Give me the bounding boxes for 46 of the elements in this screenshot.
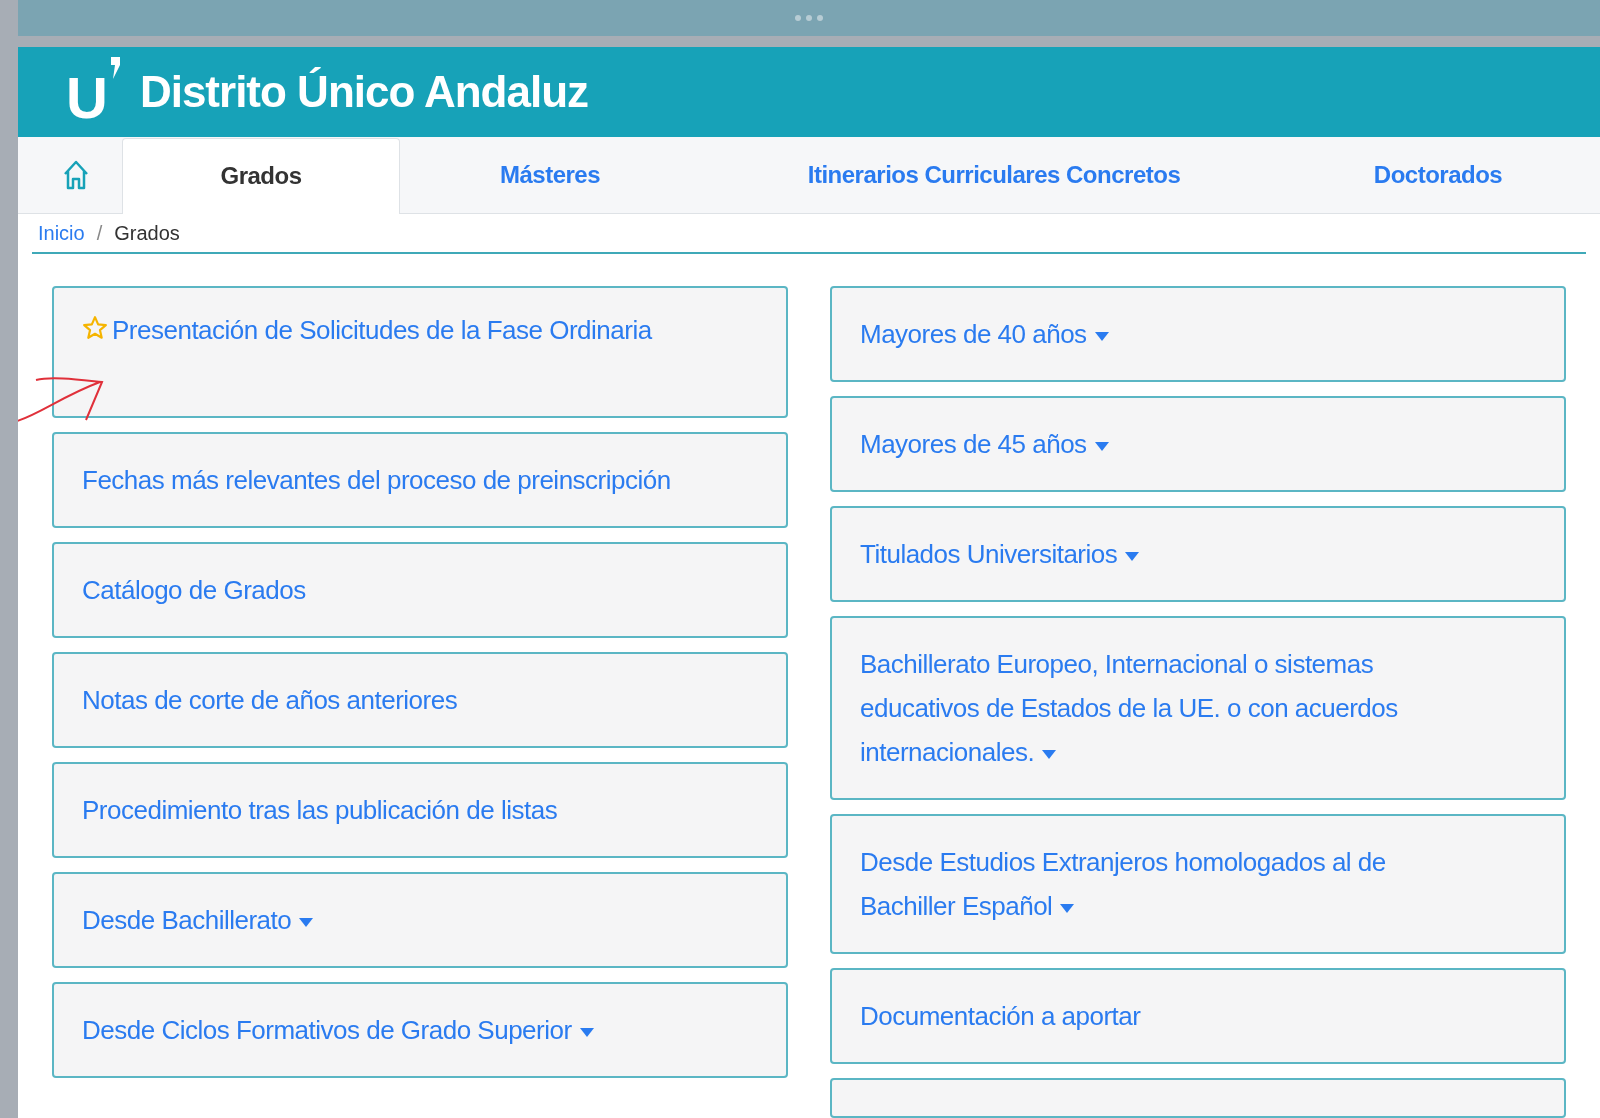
card-link[interactable]: Presentación de Solicitudes de la Fase Ordinaria [82, 308, 690, 352]
breadcrumb-link[interactable]: Inicio [38, 217, 85, 248]
card-link[interactable]: Fechas más relevantes del proceso de preinscripción [82, 458, 690, 502]
menu-card[interactable]: Bachillerato Europeo, Internacional o sistemas educativos de Estados de la UE. o con acuerdos internacionales. [830, 616, 1566, 800]
menu-card[interactable]: Presentación de Solicitudes de la Fase Ordinaria [52, 286, 788, 418]
breadcrumb-current: Grados [114, 220, 180, 246]
card-link[interactable]: Desde Ciclos Formativos de Grado Superior [82, 1008, 690, 1052]
breadcrumb-separator: / [96, 220, 103, 246]
nav-tab[interactable]: Doctorados [1288, 136, 1588, 213]
card-link[interactable]: Titulados Universitarios [860, 532, 1468, 576]
menu-card[interactable]: Titulados Universitarios [830, 506, 1566, 602]
menu-card[interactable]: Mayores de 45 años [830, 396, 1566, 492]
card-link[interactable]: Mayores de 40 años [860, 312, 1468, 356]
caret-icon [579, 1027, 594, 1037]
site-title: Distrito Único Andaluz [139, 65, 589, 118]
site-logo[interactable]: U [66, 56, 120, 127]
card-link[interactable]: Procedimiento tras las publicación de listas [82, 788, 690, 832]
star-icon [82, 315, 108, 342]
caret-icon [1094, 331, 1109, 341]
card-link[interactable]: Notas de corte de años anteriores [82, 678, 690, 722]
nav-tab[interactable]: Itinerarios Curriculares Concretos [700, 136, 1288, 213]
menu-card[interactable]: Notas de corte de años anteriores [52, 652, 788, 748]
menu-card[interactable]: Documentación a aportar [830, 968, 1566, 1064]
nav-tab[interactable]: Másteres [400, 136, 700, 213]
home-icon [63, 158, 89, 191]
caret-icon [1042, 749, 1057, 759]
card-link[interactable]: Catálogo de Grados [82, 568, 690, 612]
more-dots-icon [794, 14, 824, 22]
menu-card[interactable]: Desde Estudios Extranjeros homologados al de Bachiller Español [830, 814, 1566, 954]
card-link[interactable]: Desde Estudios Extranjeros homologados al de Bachiller Español [860, 840, 1468, 928]
logo-accent-icon [109, 56, 120, 79]
menu-card[interactable]: Procedimiento tras las publicación de listas [52, 762, 788, 858]
card-link[interactable]: Mayores de 45 años [860, 422, 1468, 466]
menu-card[interactable]: Desde Ciclos Formativos de Grado Superior [52, 982, 788, 1078]
caret-icon [1125, 551, 1140, 561]
menu-card[interactable]: Fechas más relevantes del proceso de preinscripción [52, 432, 788, 528]
caret-icon [1094, 441, 1109, 451]
menu-card[interactable]: Desde Bachillerato [52, 872, 788, 968]
card-link[interactable]: Documentación a aportar [860, 994, 1468, 1038]
nav-tab[interactable]: Grados [122, 137, 400, 214]
caret-icon [1060, 903, 1075, 913]
menu-card[interactable]: Catálogo de Grados [52, 542, 788, 638]
caret-icon [299, 917, 314, 927]
card-link[interactable]: Bachillerato Europeo, Internacional o sistemas educativos de Estados de la UE. o con acuerdos internacionales. [860, 642, 1468, 774]
menu-card[interactable]: Mayores de 40 años [830, 286, 1566, 382]
card-link[interactable]: Desde Bachillerato [82, 898, 690, 942]
